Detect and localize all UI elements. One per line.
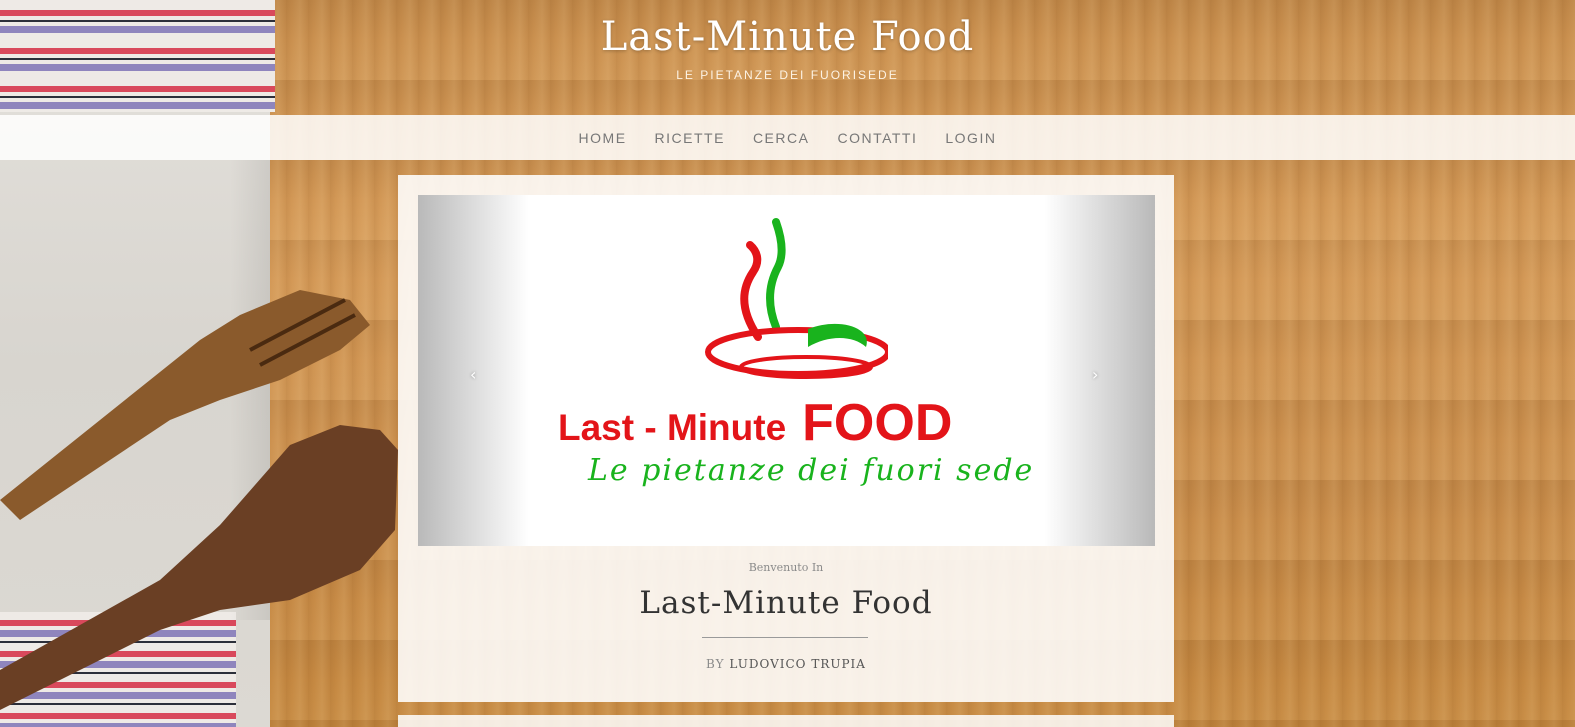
main-content-box: Last - Minute FOOD Le pietanze dei fuori … <box>398 175 1174 702</box>
nav-item-cerca[interactable]: CERCA <box>739 130 824 146</box>
logo-script: Le pietanze dei fuori sede <box>588 453 1035 488</box>
welcome-title: Last-Minute Food <box>639 585 933 621</box>
byline: BY Ludovico Trupia <box>398 657 1174 671</box>
author-link[interactable]: Ludovico Trupia <box>729 657 866 671</box>
site-tagline: Le pietanze dei fuorisede <box>676 68 899 82</box>
logo-text-small: Last - Minute <box>558 407 787 448</box>
chevron-right-icon[interactable]: › <box>1092 365 1098 384</box>
image-carousel[interactable]: Last - Minute FOOD Le pietanze dei fuori … <box>418 195 1155 546</box>
nav-item-login[interactable]: LOGIN <box>931 130 1010 146</box>
nav-item-home[interactable]: HOME <box>565 130 641 146</box>
logo-bowl-icon <box>705 218 888 379</box>
chevron-left-icon[interactable]: ‹ <box>470 365 476 384</box>
next-content-box <box>398 715 1174 727</box>
main-navbar: HOME RICETTE CERCA CONTATTI LOGIN <box>0 115 1575 160</box>
site-header: Last-Minute Food Le pietanze dei fuorise… <box>0 14 1575 82</box>
welcome-subtitle: Benvenuto In <box>748 561 824 574</box>
byline-label: BY <box>706 657 725 671</box>
logo-text: Last - Minute FOOD <box>558 393 1018 453</box>
background-utensils <box>0 290 398 710</box>
title-divider <box>702 637 868 638</box>
site-title[interactable]: Last-Minute Food <box>0 14 1575 60</box>
nav-item-ricette[interactable]: RICETTE <box>641 130 739 146</box>
nav-item-contatti[interactable]: CONTATTI <box>823 130 931 146</box>
logo-text-big: FOOD <box>802 394 953 452</box>
